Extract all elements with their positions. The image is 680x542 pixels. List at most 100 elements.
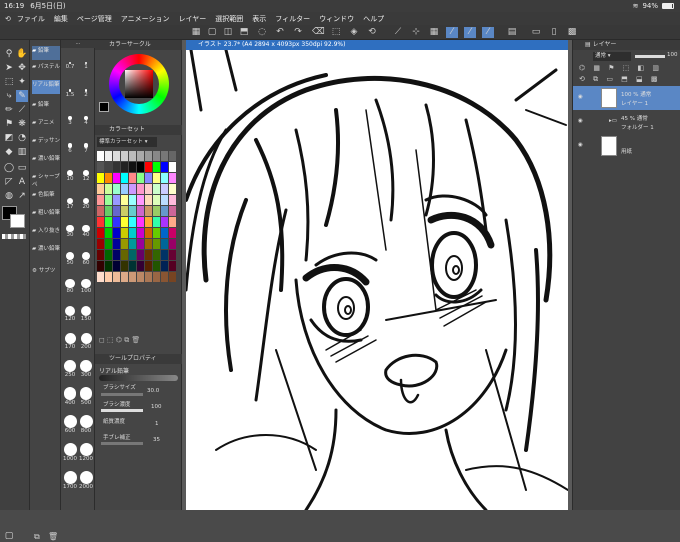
color-swatch[interactable]	[97, 151, 104, 161]
subtool-item[interactable]: ▰ シャープペ	[32, 172, 60, 188]
color-set-grid[interactable]	[97, 151, 177, 301]
color-swatch[interactable]	[153, 195, 160, 205]
subtool-copy-icon[interactable]: ⧉	[34, 532, 40, 542]
subtool-delete-icon[interactable]: 🗑	[48, 532, 58, 541]
layer-row-2[interactable]: ◉ ▸▭ 45 % 通常 フォルダー 1	[573, 110, 680, 134]
color-swatch[interactable]	[169, 173, 176, 183]
menu-animation[interactable]: アニメーション	[121, 14, 170, 24]
color-swatch[interactable]	[105, 261, 112, 271]
ruler-icon[interactable]: ⟋	[392, 27, 404, 38]
color-swatch[interactable]	[153, 206, 160, 216]
layer-row-1[interactable]: ◉ 100 % 通常 レイヤー 1	[573, 86, 680, 110]
color-swatch[interactable]	[153, 151, 160, 161]
color-swatch[interactable]	[137, 151, 144, 161]
color-swatch[interactable]	[161, 239, 168, 249]
color-swatch[interactable]	[121, 184, 128, 194]
selection-icon[interactable]: ⬚	[3, 76, 15, 88]
color-swatch[interactable]	[153, 162, 160, 172]
panel-toggle-icon[interactable]: ▭	[530, 27, 542, 38]
erase-icon[interactable]: ⌫	[312, 27, 325, 38]
color-swatch[interactable]	[97, 162, 104, 172]
color-swatch[interactable]	[121, 239, 128, 249]
auto-select-icon[interactable]: ✦	[16, 76, 28, 88]
color-swatch[interactable]	[169, 239, 176, 249]
brush-size-value[interactable]: 30.0	[147, 388, 159, 394]
color-swatch[interactable]	[161, 261, 168, 271]
color-swatch[interactable]	[105, 173, 112, 183]
transparent-swatch[interactable]	[2, 234, 26, 239]
color-swatch[interactable]	[153, 173, 160, 183]
menu-view[interactable]: 表示	[252, 14, 266, 24]
color-swatch[interactable]	[97, 173, 104, 183]
color-swatch[interactable]	[137, 250, 144, 260]
color-swatch[interactable]	[169, 162, 176, 172]
correction-3-icon[interactable]: ⁄	[482, 27, 494, 38]
color-swatch[interactable]	[137, 228, 144, 238]
color-swatch[interactable]	[129, 250, 136, 260]
color-swatch[interactable]	[169, 206, 176, 216]
color-swatch[interactable]	[97, 195, 104, 205]
color-swatch[interactable]	[153, 217, 160, 227]
color-swatch[interactable]	[105, 239, 112, 249]
color-swatch[interactable]	[121, 261, 128, 271]
color-swatch[interactable]	[153, 239, 160, 249]
subtool-item[interactable]: ▰ デッサン	[32, 136, 60, 150]
correction-2-icon[interactable]: ⁄	[464, 27, 476, 38]
brush-size-preset[interactable]: 250	[62, 360, 78, 386]
color-swatch[interactable]	[169, 228, 176, 238]
settings-icon[interactable]: ▩	[566, 27, 578, 38]
color-swatch[interactable]	[137, 184, 144, 194]
snap-icon[interactable]: ⊹	[410, 27, 422, 38]
redo-icon[interactable]: ↷	[292, 27, 304, 38]
brush-size-slider[interactable]	[101, 393, 143, 396]
color-swatch[interactable]	[113, 173, 120, 183]
color-swatch[interactable]	[161, 195, 168, 205]
color-swatch[interactable]	[105, 217, 112, 227]
ruler-tool-icon[interactable]: ▭	[16, 162, 28, 174]
color-swatch[interactable]	[137, 162, 144, 172]
opacity-slider[interactable]	[635, 55, 665, 58]
brush-size-preset[interactable]: 1200	[78, 443, 94, 470]
color-swatch[interactable]	[161, 184, 168, 194]
subtool-item[interactable]: ⚙ サブツ	[32, 266, 60, 280]
color-swatch[interactable]	[113, 250, 120, 260]
fill-icon[interactable]: ◈	[348, 27, 360, 38]
color-swatch[interactable]	[97, 228, 104, 238]
color-swatch[interactable]	[145, 217, 152, 227]
app-menu-icon[interactable]: ▦	[190, 27, 202, 38]
color-swatch[interactable]	[153, 228, 160, 238]
menu-selection[interactable]: 選択範囲	[215, 14, 243, 24]
color-swatch[interactable]	[97, 217, 104, 227]
color-swatch[interactable]	[113, 228, 120, 238]
color-swatch[interactable]	[129, 195, 136, 205]
color-swatch[interactable]	[145, 195, 152, 205]
color-swatch[interactable]	[129, 206, 136, 216]
frame-icon[interactable]: ◸	[3, 176, 15, 188]
subtool-item[interactable]: ▰ 入り抜き	[32, 226, 60, 240]
color-swatch[interactable]	[161, 217, 168, 227]
brush-size-preset[interactable]: 600	[62, 415, 78, 442]
move-icon[interactable]: ✥	[16, 62, 28, 74]
fill-tool-icon[interactable]: ◆	[3, 146, 15, 158]
hand-correction-value[interactable]: 35	[153, 437, 160, 443]
side-toggle-icon[interactable]: ▯	[548, 27, 560, 38]
color-swatch[interactable]	[105, 184, 112, 194]
color-swatch[interactable]	[105, 195, 112, 205]
grid-icon[interactable]: ▦	[428, 27, 440, 38]
brush-size-preset[interactable]: 120	[62, 304, 78, 330]
menu-file[interactable]: ファイル	[17, 14, 45, 24]
deselect-icon[interactable]: ⬚	[330, 27, 342, 38]
brush-size-preset[interactable]: 1	[78, 52, 94, 78]
brush-size-preset[interactable]: 400	[62, 387, 78, 414]
eye-icon[interactable]: ◉	[578, 94, 583, 100]
text-icon[interactable]: A	[16, 176, 28, 188]
color-swatch[interactable]	[145, 272, 152, 282]
brush-size-preset[interactable]: 0.7	[62, 52, 78, 78]
menu-help[interactable]: ヘルプ	[363, 14, 384, 24]
menu-page[interactable]: ページ管理	[77, 14, 112, 24]
color-swatch[interactable]	[169, 217, 176, 227]
brush-size-preset[interactable]: 300	[78, 360, 94, 386]
color-swatch[interactable]	[97, 261, 104, 271]
texture-value[interactable]: 1	[155, 421, 159, 427]
color-swatch[interactable]	[153, 250, 160, 260]
